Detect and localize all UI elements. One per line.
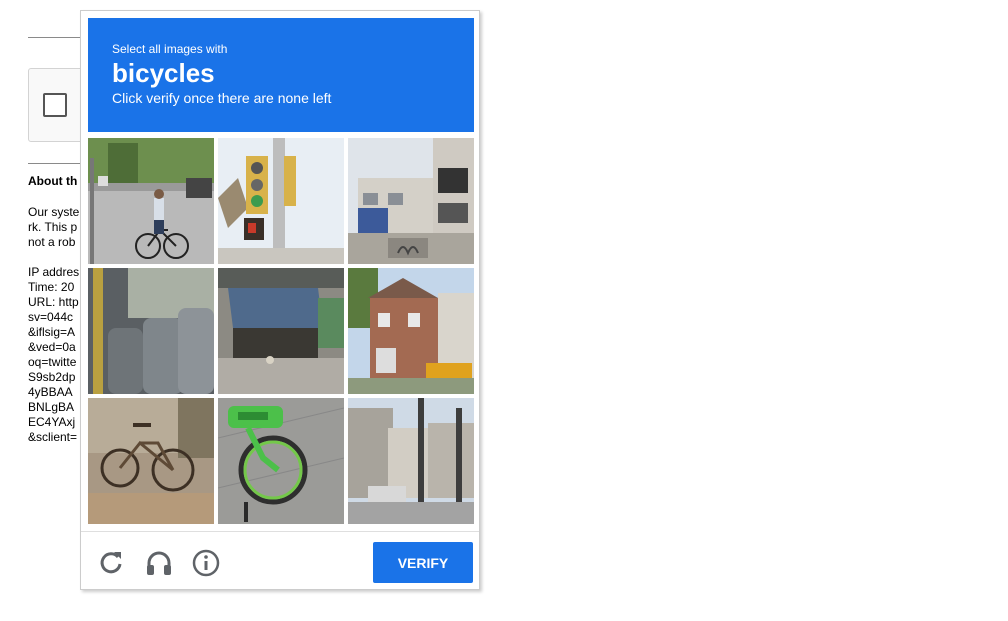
recaptcha-challenge-dialog: Select all images with bicycles Click ve… <box>80 10 480 590</box>
image-grid <box>88 138 474 524</box>
about-heading: About th <box>28 174 78 188</box>
about-text-line: &iflsig=A <box>28 325 76 339</box>
audio-headphones-icon[interactable] <box>144 548 174 578</box>
instruction-subtext: Click verify once there are none left <box>112 90 332 106</box>
about-text-line: not a rob <box>28 235 76 249</box>
about-text-line: rk. This p <box>28 220 78 234</box>
verify-button[interactable]: VERIFY <box>373 542 473 583</box>
challenge-header: Select all images with bicycles Click ve… <box>88 18 474 132</box>
about-text-line: &sclient= <box>28 430 78 444</box>
about-text-line: &ved=0a <box>28 340 76 354</box>
about-text-line: Time: 20 <box>28 280 75 294</box>
footer-divider <box>81 531 479 532</box>
info-icon[interactable] <box>191 548 221 578</box>
top-divider <box>28 37 80 38</box>
about-text-line: Our syste <box>28 205 80 219</box>
tile-apartment-bike-rack[interactable] <box>348 138 474 264</box>
instruction-text: Select all images with <box>112 42 228 56</box>
tile-green-bike-share[interactable] <box>218 398 344 524</box>
tile-buildings-street[interactable] <box>348 398 474 524</box>
tile-cyclist-street[interactable] <box>88 138 214 264</box>
about-text-line <box>28 250 79 265</box>
tile-storefront-awning[interactable] <box>218 268 344 394</box>
about-text-line: IP addres <box>28 265 80 279</box>
tile-houses-yellow-truck[interactable] <box>348 268 474 394</box>
about-text-line: URL: http <box>28 295 79 309</box>
about-text-line: 4yBBAA <box>28 385 73 399</box>
recaptcha-checkbox-widget <box>28 68 88 142</box>
reload-icon[interactable] <box>96 548 126 578</box>
about-text: Our syste rk. This p not a rob IP addres Ti… <box>28 205 79 445</box>
target-object: bicycles <box>112 58 215 88</box>
about-text-line: EC4YAxj <box>28 415 76 429</box>
recaptcha-checkbox[interactable] <box>43 93 67 117</box>
about-text-line: sv=044c <box>28 310 74 324</box>
tile-traffic-light[interactable] <box>218 138 344 264</box>
about-text-line: S9sb2dp <box>28 370 76 384</box>
about-text-line: oq=twitte <box>28 355 77 369</box>
middle-divider <box>28 163 80 164</box>
about-text-line: BNLgBA <box>28 400 75 414</box>
tile-bus-seats[interactable] <box>88 268 214 394</box>
tile-parked-bicycle[interactable] <box>88 398 214 524</box>
